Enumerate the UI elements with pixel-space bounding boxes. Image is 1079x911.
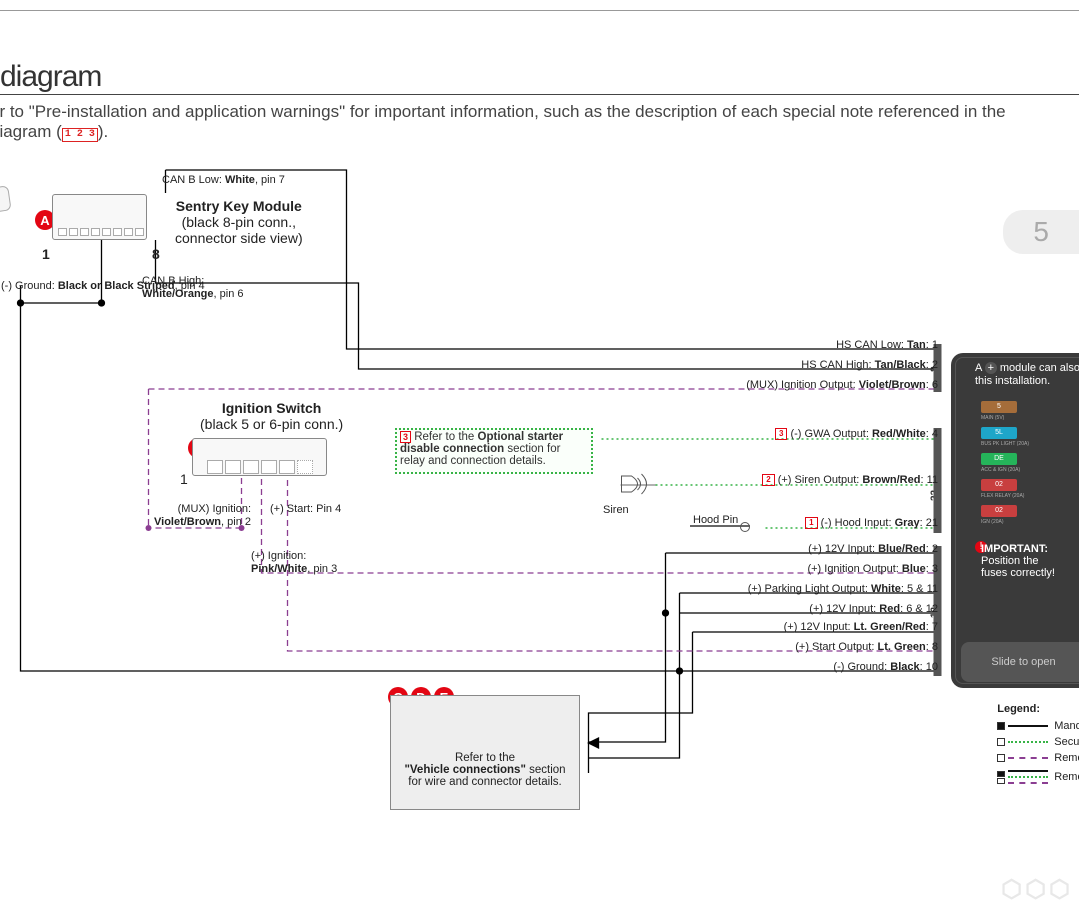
start-pin-label: (+) Start: Pin 4 xyxy=(270,503,341,516)
page-title: diagram xyxy=(0,60,101,94)
legend: Legend: Mandat Security Remote Remote xyxy=(997,703,1079,788)
ignition-title: Ignition Switch xyxy=(222,400,322,416)
optional-starter-box: 3 Refer to the Optional starter disable … xyxy=(395,428,593,474)
sentry-pin1: 1 xyxy=(42,246,50,262)
wire-label: 2(+) Siren Output: Brown/Red: 11 xyxy=(762,474,938,486)
wire-label: HS CAN High: Tan/Black: 2 xyxy=(801,359,938,371)
intro-pre: er to "Pre-installation and application … xyxy=(0,102,1006,141)
can-b-low-label: CAN B Low: White, pin 7 xyxy=(162,174,285,187)
ignition-sub: (black 5 or 6-pin conn.) xyxy=(200,416,343,432)
svg-text:22: 22 xyxy=(930,489,941,501)
wire-label: (+) 12V Input: Lt. Green/Red: 7 xyxy=(784,621,938,633)
wire-label: (+) Start Output: Lt. Green: 8 xyxy=(795,641,938,653)
fuse-chip: 02 xyxy=(981,505,1017,517)
legend-header: Legend: xyxy=(997,703,1079,715)
intro-text: er to "Pre-installation and application … xyxy=(0,102,1070,142)
sentry-sub1: (black 8-pin conn., xyxy=(182,214,296,230)
wire-label: (+) Parking Light Output: White: 5 & 11 xyxy=(748,583,938,595)
title-underline xyxy=(0,94,1079,95)
siren-label: Siren xyxy=(603,504,629,516)
fuse-chip: 5L xyxy=(981,427,1017,439)
ignition-pins xyxy=(207,460,313,474)
sentry-pins xyxy=(58,228,144,236)
mux-ignition-label: (MUX) Ignition:Violet/Brown, pin 2 xyxy=(154,503,251,528)
diagram-frame: 8 22 12 A Sentry Key Module (black 8-pin… xyxy=(0,148,1079,868)
ignition-plus-label: (+) Ignition:Pink/White, pin 3 xyxy=(251,550,337,575)
watermark: ⬡⬡⬡ xyxy=(1001,875,1073,905)
legend-mandatory: Mandat xyxy=(997,718,1079,734)
wire-label: (-) Ground: Black: 10 xyxy=(833,661,938,673)
legend-security: Security xyxy=(997,734,1079,750)
ground-label: (-) Ground: Black or Black Striped, pin … xyxy=(1,280,205,293)
wire-label: HS CAN Low: Tan: 1 xyxy=(836,339,938,351)
legend-remote: Remote xyxy=(997,750,1079,766)
wire-label: 1(-) Hood Input: Gray: 21 xyxy=(805,517,938,529)
slide-to-open[interactable]: Slide to open xyxy=(961,642,1079,682)
wire-label: (+) 12V Input: Red: 6 & 12 xyxy=(809,603,938,615)
intro-refs: 1 2 3 xyxy=(62,128,98,142)
top-divider xyxy=(0,10,1079,11)
sentry-label: Sentry Key Module (black 8-pin conn., co… xyxy=(175,198,303,246)
plus-icon: + xyxy=(985,362,997,374)
sentry-title: Sentry Key Module xyxy=(176,198,302,214)
ignition-pin1: 1 xyxy=(180,471,188,487)
vehicle-connections-box: Refer to the "Vehicle connections" secti… xyxy=(390,695,580,810)
ref-3: 3 xyxy=(400,431,411,443)
fuse-chip: 02 xyxy=(981,479,1017,491)
fuse-chip: 5 xyxy=(981,401,1017,413)
wire-label: (+) Ignition Output: Blue: 3 xyxy=(807,563,938,575)
legend-remote-combo: Remote xyxy=(997,766,1079,788)
sentry-sub2: connector side view) xyxy=(175,230,303,246)
sentry-pin8: 8 xyxy=(152,246,160,262)
key-icon xyxy=(0,185,12,215)
intro-post: ). xyxy=(98,122,108,141)
ignition-label: Ignition Switch (black 5 or 6-pin conn.) xyxy=(200,400,343,432)
wire-label: 3(-) GWA Output: Red/White: 4 xyxy=(775,428,938,440)
control-module: A + module can alsothis installation. 5M… xyxy=(951,353,1079,688)
wire-label: (+) 12V Input: Blue/Red: 2 xyxy=(808,543,938,555)
hood-pin-icon xyxy=(690,525,750,527)
fuse-chip: DE xyxy=(981,453,1017,465)
module-important: IMPORTANT: Position the fuses correctly! xyxy=(981,543,1079,579)
wire-label: (MUX) Ignition Output: Violet/Brown: 6 xyxy=(746,379,938,391)
module-top-note: A + module can alsothis installation. xyxy=(975,362,1079,388)
